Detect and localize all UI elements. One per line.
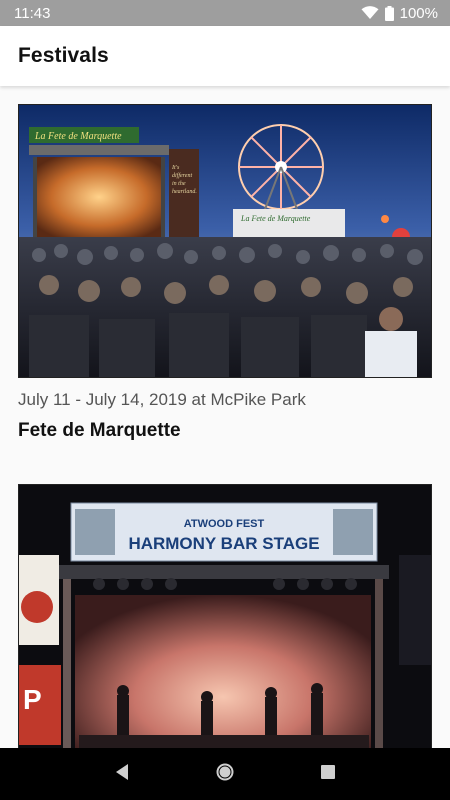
festival-image[interactable]: La Fete de Marquette It's different in t… [18, 104, 432, 378]
ferris-sign-text: La Fete de Marquette [240, 214, 311, 223]
svg-text:P: P [23, 684, 42, 715]
status-time: 11:43 [14, 4, 51, 22]
battery-percent: 100% [399, 4, 438, 22]
festival-name[interactable]: Fete de Marquette [18, 420, 432, 442]
festival-card[interactable]: La Fete de Marquette It's different in t… [18, 104, 432, 442]
battery-icon [384, 5, 394, 21]
svg-text:heartland.: heartland. [172, 189, 197, 195]
festival-image[interactable]: ATWOOD FEST HARMONY BAR STAGE P [18, 484, 432, 748]
page-title: Festivals [18, 44, 109, 67]
navigation-bar [0, 748, 450, 800]
svg-text:in the: in the [172, 181, 186, 187]
recents-icon [320, 764, 336, 785]
festival-list[interactable]: La Fete de Marquette It's different in t… [0, 86, 450, 748]
recents-button[interactable] [308, 754, 348, 794]
stage-banner-main: HARMONY BAR STAGE [128, 534, 319, 553]
festival-date: July 11 - July 14, 2019 at McPike Park [18, 390, 306, 409]
back-icon [114, 763, 130, 786]
wifi-icon [361, 6, 379, 20]
svg-text:It's: It's [171, 165, 180, 171]
stage-banner-text: La Fete de Marquette [34, 131, 122, 142]
svg-text:different: different [172, 172, 192, 179]
festival-card[interactable]: ATWOOD FEST HARMONY BAR STAGE P [18, 484, 432, 748]
back-button[interactable] [102, 754, 142, 794]
stage-banner-top: ATWOOD FEST [184, 518, 265, 530]
home-icon [215, 762, 235, 787]
status-bar: 11:43 100% [0, 0, 450, 26]
app-bar: Festivals [0, 26, 450, 86]
home-button[interactable] [205, 754, 245, 794]
status-icons: 100% [361, 5, 438, 22]
